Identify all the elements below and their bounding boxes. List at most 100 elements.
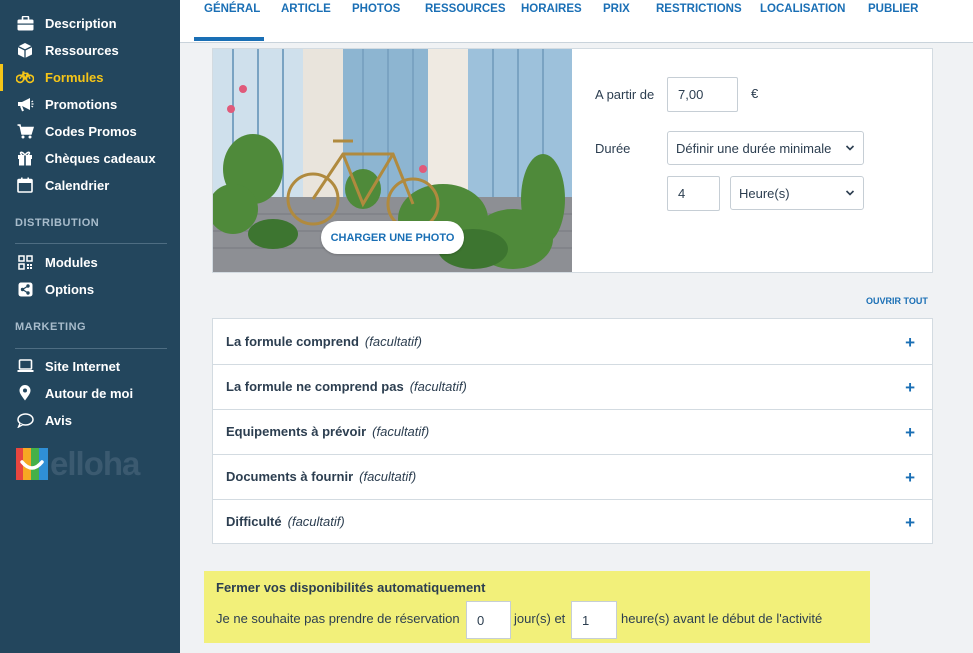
calendar-icon — [16, 176, 34, 194]
sidebar-item-calendrier[interactable]: Calendrier — [0, 172, 180, 199]
plus-icon[interactable]: + — [905, 378, 915, 398]
optional-tag: (facultatif) — [372, 424, 430, 439]
hours-before-input[interactable] — [571, 601, 617, 639]
laptop-icon — [16, 357, 34, 375]
tab-general[interactable]: GÉNÉRAL — [204, 3, 260, 15]
duration-mode-select[interactable]: Définir une durée minimale — [667, 131, 864, 165]
tab-bar: GÉNÉRAL ARTICLE PHOTOS RESSOURCES HORAIR… — [180, 0, 973, 43]
gift-icon — [16, 149, 34, 167]
logo-text: elloha — [50, 445, 140, 482]
days-label: jour(s) et — [514, 611, 566, 626]
briefcase-icon — [16, 14, 34, 32]
optional-tag: (facultatif) — [409, 379, 467, 394]
sidebar-item-label: Ressources — [45, 43, 119, 58]
sidebar-item-label: Formules — [45, 70, 104, 85]
divider — [15, 243, 167, 244]
cart-icon — [16, 122, 34, 140]
accordion-row-label: La formule comprend — [226, 334, 359, 349]
accordion-row-documents[interactable]: Documents à fournir (facultatif) + — [213, 454, 932, 500]
duration-unit-select[interactable]: Heure(s) — [730, 176, 864, 210]
chevron-down-icon — [845, 145, 855, 151]
accordion-row-title: La formule ne comprend pas (facultatif) — [226, 379, 467, 394]
plus-icon[interactable]: + — [905, 423, 915, 443]
sidebar-item-label: Calendrier — [45, 178, 110, 193]
accordion-row-includes[interactable]: La formule comprend (facultatif) + — [213, 319, 932, 365]
bicycle-icon — [16, 68, 34, 86]
tab-prix[interactable]: PRIX — [603, 3, 630, 15]
formula-photo: CHARGER UNE PHOTO — [213, 49, 572, 272]
accordion-row-title: La formule comprend (facultatif) — [226, 334, 422, 349]
sidebar-item-description[interactable]: Description — [0, 10, 180, 37]
accordion-row-equipment[interactable]: Equipements à prévoir (facultatif) + — [213, 409, 932, 455]
section-title-marketing: MARKETING — [15, 321, 87, 333]
sidebar-item-label: Avis — [45, 413, 72, 428]
accordion-row-title: Equipements à prévoir (facultatif) — [226, 424, 429, 439]
currency-label: € — [751, 86, 759, 101]
sidebar-item-modules[interactable]: Modules — [0, 249, 180, 276]
plus-icon[interactable]: + — [905, 468, 915, 488]
auto-close-text-before: Je ne souhaite pas prendre de réservatio… — [216, 611, 460, 626]
plus-icon[interactable]: + — [905, 513, 915, 533]
auto-close-availability-panel: Fermer vos disponibilités automatiquemen… — [204, 571, 870, 643]
hours-label: heure(s) avant le début de l'activité — [621, 611, 823, 626]
tab-localisation[interactable]: LOCALISATION — [760, 3, 845, 15]
share-icon — [16, 280, 34, 298]
tab-restrictions[interactable]: RESTRICTIONS — [656, 3, 742, 15]
section-title-distribution: DISTRIBUTION — [15, 217, 100, 229]
optional-tag: (facultatif) — [364, 334, 422, 349]
accordion-row-title: Documents à fournir (facultatif) — [226, 469, 416, 484]
tab-ressources[interactable]: RESSOURCES — [425, 3, 506, 15]
sidebar-item-label: Codes Promos — [45, 124, 137, 139]
speech-bubble-icon — [16, 411, 34, 429]
divider — [15, 348, 167, 349]
sidebar-item-label: Modules — [45, 255, 98, 270]
map-pin-icon — [16, 384, 34, 402]
megaphone-icon — [16, 95, 34, 113]
duration-unit-value: Heure(s) — [739, 186, 790, 201]
accordion-row-label: Equipements à prévoir — [226, 424, 367, 439]
plus-icon[interactable]: + — [905, 333, 915, 353]
optional-tag: (facultatif) — [287, 514, 345, 529]
tab-article[interactable]: ARTICLE — [281, 3, 331, 15]
accordion-row-label: Difficulté — [226, 514, 282, 529]
formula-summary-card: CHARGER UNE PHOTO A partir de € Durée Dé… — [212, 48, 933, 273]
tab-publier[interactable]: PUBLIER — [868, 3, 918, 15]
duration-value-input[interactable] — [667, 176, 720, 211]
logo: elloha — [16, 445, 140, 482]
price-from-label: A partir de — [595, 87, 655, 102]
sidebar-item-avis[interactable]: Avis — [0, 407, 180, 434]
sidebar-item-label: Description — [45, 16, 117, 31]
cube-icon — [16, 41, 34, 59]
active-tab-indicator — [194, 37, 264, 41]
sidebar-item-label: Options — [45, 282, 95, 297]
sidebar-item-site-internet[interactable]: Site Internet — [0, 353, 180, 380]
sidebar-item-label: Chèques cadeaux — [45, 151, 156, 166]
upload-photo-button[interactable]: CHARGER UNE PHOTO — [321, 221, 464, 254]
days-before-input[interactable] — [466, 601, 511, 639]
price-input[interactable] — [667, 77, 738, 112]
accordion-row-difficulty[interactable]: Difficulté (facultatif) + — [213, 499, 932, 544]
accordion-row-excludes[interactable]: La formule ne comprend pas (facultatif) + — [213, 364, 932, 410]
sidebar-item-options[interactable]: Options — [0, 276, 180, 303]
sidebar-item-cheques-cadeaux[interactable]: Chèques cadeaux — [0, 145, 180, 172]
logo-icon — [16, 448, 48, 480]
formula-details-accordion: La formule comprend (facultatif) + La for… — [212, 318, 933, 544]
sidebar-item-ressources[interactable]: Ressources — [0, 37, 180, 64]
sidebar-item-formules[interactable]: Formules — [0, 64, 180, 91]
sidebar: Description Ressources Formules Promotio… — [0, 0, 180, 653]
tab-photos[interactable]: PHOTOS — [352, 3, 400, 15]
sidebar-item-promotions[interactable]: Promotions — [0, 91, 180, 118]
optional-tag: (facultatif) — [359, 469, 417, 484]
duration-label: Durée — [595, 141, 631, 156]
sidebar-item-codes-promos[interactable]: Codes Promos — [0, 118, 180, 145]
open-all-link[interactable]: OUVRIR TOUT — [866, 296, 928, 306]
accordion-row-label: Documents à fournir — [226, 469, 354, 484]
sidebar-item-label: Autour de moi — [45, 386, 134, 401]
duration-mode-value: Définir une durée minimale — [676, 141, 832, 156]
chevron-down-icon — [845, 190, 855, 196]
sidebar-item-label: Promotions — [45, 97, 118, 112]
tab-horaires[interactable]: HORAIRES — [521, 3, 582, 15]
accordion-row-label: La formule ne comprend pas — [226, 379, 404, 394]
auto-close-title: Fermer vos disponibilités automatiquemen… — [216, 580, 486, 595]
sidebar-item-autour-de-moi[interactable]: Autour de moi — [0, 380, 180, 407]
